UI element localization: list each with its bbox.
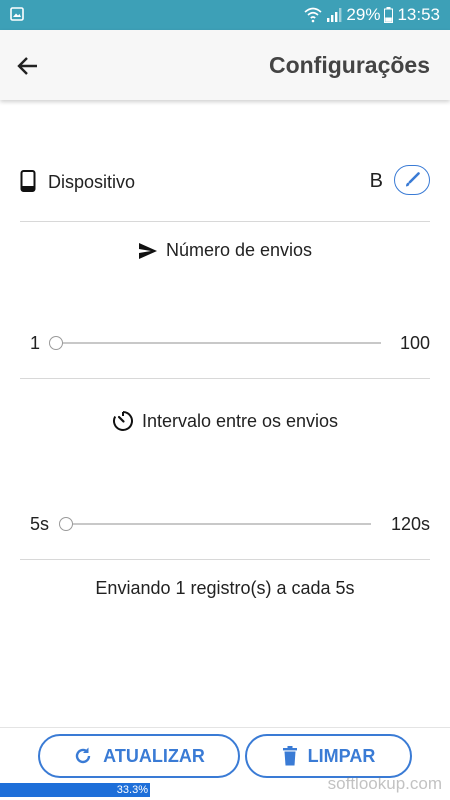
clear-button[interactable]: LIMPAR (245, 734, 412, 778)
battery-icon (384, 7, 394, 23)
status-indicators: 29% 13:53 (304, 4, 440, 26)
interval-slider: 5s 120s (20, 508, 430, 538)
edit-device-button[interactable] (394, 165, 430, 195)
sends-section-title: Número de envios (0, 240, 450, 261)
refresh-button-label: ATUALIZAR (103, 745, 205, 766)
page-title: Configurações (268, 52, 430, 78)
sends-min-label: 1 (30, 333, 41, 353)
smartphone-icon (20, 170, 36, 192)
device-value: B (369, 170, 383, 192)
battery-percent: 29% (346, 5, 381, 24)
sends-slider-thumb[interactable] (49, 336, 63, 350)
divider (20, 378, 430, 379)
interval-slider-thumb[interactable] (59, 517, 73, 531)
interval-title: Intervalo entre os envios (141, 410, 339, 431)
device-label: Dispositivo (48, 172, 136, 192)
device-row: Dispositivo B (20, 160, 430, 204)
send-icon (138, 242, 157, 259)
clock: 13:53 (397, 5, 440, 24)
back-button[interactable] (12, 50, 44, 82)
divider (20, 559, 430, 560)
interval-min-label: 5s (30, 514, 50, 534)
watermark: softlookup.com (327, 774, 442, 793)
trash-icon (282, 746, 297, 766)
refresh-button[interactable]: ATUALIZAR (38, 734, 240, 778)
summary-text: Enviando 1 registro(s) a cada 5s (95, 578, 355, 598)
arrow-left-icon (17, 57, 37, 75)
progress-label: 33.3% (116, 784, 148, 796)
interval-section-title: Intervalo entre os envios (0, 410, 450, 432)
sends-slider: 1 100 (20, 327, 430, 357)
divider (20, 221, 430, 222)
interval-slider-track[interactable] (66, 523, 371, 525)
timer-icon (112, 411, 133, 431)
brush-icon (406, 172, 420, 187)
sends-title: Número de envios (165, 240, 313, 260)
gallery-icon (10, 7, 24, 21)
app-bar: Configurações (0, 30, 450, 100)
sends-max-label: 100 (399, 333, 430, 353)
clear-button-label: LIMPAR (307, 745, 376, 766)
sends-slider-track[interactable] (56, 342, 381, 344)
refresh-icon (75, 747, 91, 764)
progress-bar: 33.3% (0, 783, 150, 797)
signal-icon (327, 8, 342, 22)
wifi-icon (304, 7, 322, 23)
interval-max-label: 120s (390, 514, 430, 534)
status-bar: 29% 13:53 (0, 0, 450, 30)
